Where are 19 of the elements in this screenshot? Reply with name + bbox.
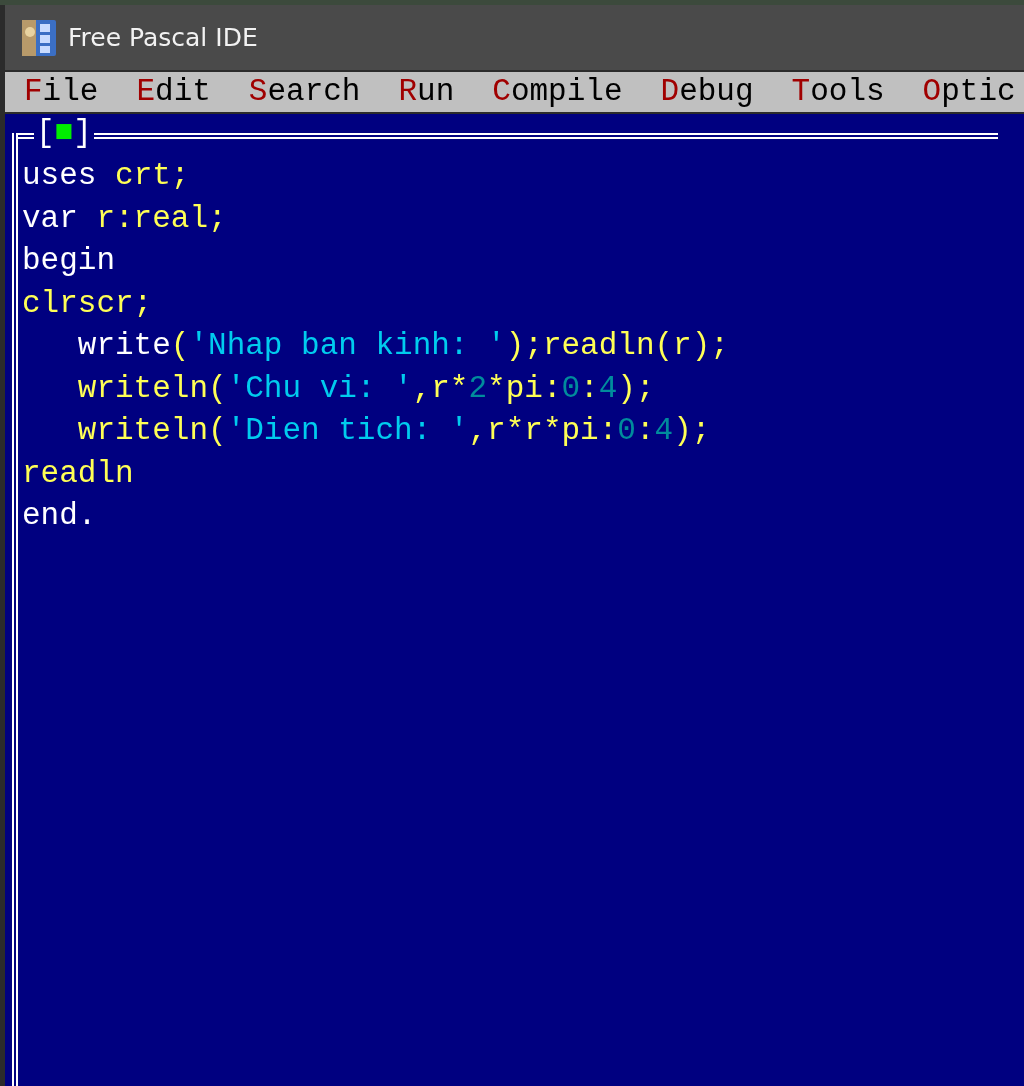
app-logo-icon	[22, 19, 56, 56]
menu-item[interactable]: Run	[398, 72, 455, 112]
menu-item[interactable]: Search	[248, 72, 361, 112]
window-title: Free Pascal IDE	[68, 23, 258, 52]
menu-item[interactable]: Edit	[136, 72, 211, 112]
code-line: uses crt;	[22, 157, 191, 195]
code-line: begin	[22, 242, 116, 280]
code-line: end.	[22, 497, 98, 535]
code-line: writeln('Chu vi: ',r*2*pi:0:4);	[76, 369, 656, 408]
menu-item[interactable]: Optic	[922, 72, 1016, 112]
menu-item[interactable]: File	[24, 72, 99, 112]
menu-item[interactable]: Tools	[791, 72, 885, 112]
menu-item[interactable]: Compile	[492, 72, 623, 112]
code-line: readln	[22, 454, 135, 493]
code-line: writeln('Dien tich: ',r*r*pi:0:4);	[76, 412, 712, 450]
menu-item[interactable]: Debug	[660, 72, 754, 112]
code-line: clrscr;	[22, 284, 154, 323]
code-line: var r:real;	[22, 199, 228, 238]
code-line: write('Nhap ban kinh: ');readln(r);	[76, 327, 730, 365]
